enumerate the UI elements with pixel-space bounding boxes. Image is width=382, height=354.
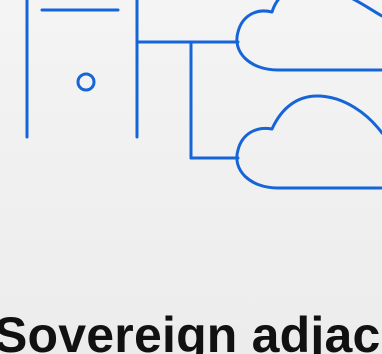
cloud-icon [235, 94, 382, 190]
server-cloud-diagram [25, 0, 382, 190]
headline-text: Sovereign adjacent [0, 307, 382, 354]
headline: Sovereign adjacent [0, 306, 382, 354]
server-tower-icon [25, 0, 139, 139]
connector-lines [135, 40, 240, 160]
cloud-icon [235, 0, 382, 72]
hero-illustration [0, 0, 382, 200]
